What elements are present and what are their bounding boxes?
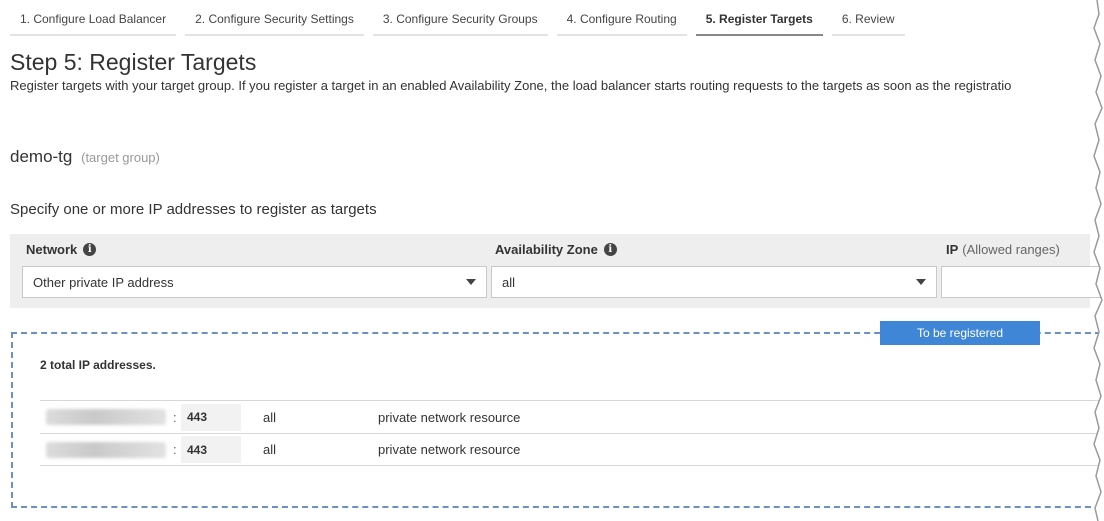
specify-ip-heading: Specify one or more IP addresses to regi… [10, 201, 377, 218]
availability-zone-select[interactable]: all [491, 266, 937, 298]
network-select-value: Other private IP address [33, 274, 174, 290]
port-separator: : [173, 409, 177, 425]
resource-description: private network resource [378, 409, 521, 425]
redacted-ip-address [46, 441, 166, 458]
network-label: Network i [26, 242, 97, 257]
ip-allowed-ranges-link[interactable]: (Allowed ranges) [962, 242, 1060, 257]
step-configure-load-balancer[interactable]: 1. Configure Load Balancer [10, 6, 177, 36]
target-group-label: (target group) [81, 150, 160, 165]
info-icon[interactable]: i [83, 243, 97, 256]
table-row: : 443 all private network resource [40, 400, 1100, 433]
network-label-text: Network [26, 242, 78, 257]
port-value: 443 [181, 436, 241, 463]
target-filter-panel: Network i Availability Zone i IP (Allowe… [10, 234, 1101, 308]
step-configure-security-settings[interactable]: 2. Configure Security Settings [185, 6, 364, 36]
target-group-name: demo-tg [10, 147, 73, 166]
availability-zone-value: all [263, 409, 277, 425]
info-icon[interactable]: i [603, 243, 617, 256]
port-separator: : [173, 442, 177, 457]
page-description: Register targets with your target group.… [10, 78, 1012, 93]
to-be-registered-badge: To be registered [880, 321, 1040, 345]
total-ip-count: 2 total IP addresses. [40, 358, 156, 372]
table-row: : 443 all private network resource [40, 433, 1100, 466]
availability-zone-label: Availability Zone i [495, 242, 617, 257]
chevron-down-icon [916, 279, 926, 285]
resource-description: private network resource [378, 442, 521, 457]
ip-label: IP (Allowed ranges) [946, 242, 1060, 257]
redacted-ip-address [46, 409, 166, 425]
step-configure-security-groups[interactable]: 3. Configure Security Groups [372, 6, 548, 36]
availability-zone-label-text: Availability Zone [495, 242, 598, 257]
chevron-down-icon [466, 279, 476, 285]
target-group-heading: demo-tg (target group) [10, 147, 160, 167]
ip-address-input[interactable] [941, 266, 1101, 298]
port-value: 443 [181, 403, 241, 431]
registered-targets-list: : 443 all private network resource : 443… [40, 400, 1100, 466]
network-select[interactable]: Other private IP address [22, 266, 487, 298]
page-title: Step 5: Register Targets [10, 49, 257, 75]
step-review[interactable]: 6. Review [831, 6, 905, 36]
step-register-targets[interactable]: 5. Register Targets [695, 6, 823, 36]
availability-zone-select-value: all [502, 274, 516, 290]
wizard-steps: 1. Configure Load Balancer 2. Configure … [10, 6, 905, 36]
torn-edge-decoration [1093, 0, 1104, 521]
step-configure-routing[interactable]: 4. Configure Routing [556, 6, 687, 36]
availability-zone-value: all [263, 442, 277, 457]
ip-label-text: IP [946, 242, 959, 257]
